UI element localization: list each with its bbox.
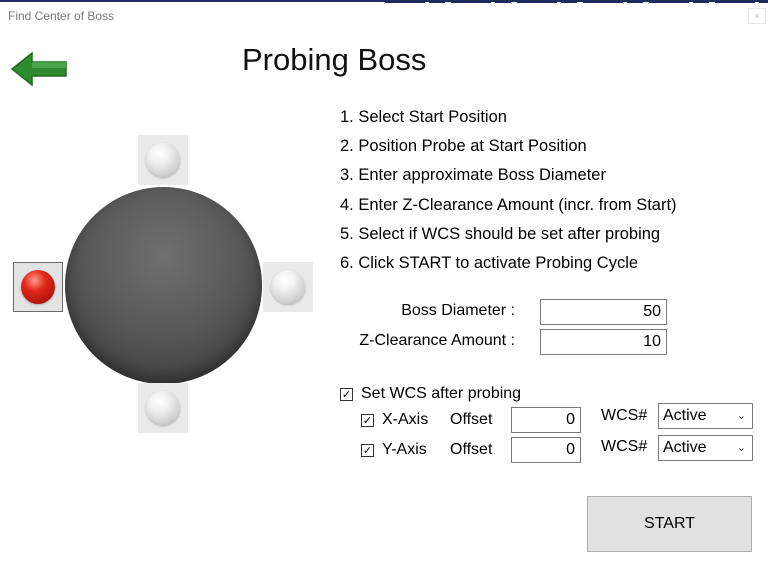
checkbox-check-icon: ✓ bbox=[361, 413, 374, 427]
boss-diameter-label: Boss Diameter : bbox=[401, 302, 515, 319]
x-wcs-select[interactable]: Active ⌄ bbox=[658, 403, 753, 429]
x-axis-label: X-Axis bbox=[382, 411, 429, 428]
position-ball-icon bbox=[271, 270, 305, 304]
instruction-step: 3. Enter approximate Boss Diameter bbox=[340, 166, 606, 185]
start-button[interactable]: START bbox=[587, 496, 752, 552]
title-bar: Find Center of Boss × bbox=[0, 0, 768, 30]
chevron-down-icon: ⌄ bbox=[736, 441, 746, 454]
instruction-step: 5. Select if WCS should be set after pro… bbox=[340, 224, 661, 243]
boss-diagram bbox=[0, 120, 330, 440]
window-title: Find Center of Boss bbox=[8, 9, 115, 23]
instruction-step: 1. Select Start Position bbox=[340, 108, 507, 126]
boss-graphic bbox=[65, 187, 262, 384]
y-offset-input[interactable] bbox=[511, 437, 581, 463]
position-ball-selected-icon bbox=[21, 270, 55, 304]
position-ball-icon bbox=[146, 391, 180, 425]
chevron-down-icon: ⌄ bbox=[736, 409, 746, 422]
x-offset-input[interactable] bbox=[511, 407, 581, 433]
instruction-step: 6. Click START to activate Probing Cycle bbox=[340, 253, 639, 272]
x-wcs-label: WCS# bbox=[601, 407, 648, 424]
checkbox-check-icon: ✓ bbox=[361, 443, 374, 457]
x-axis-checkbox[interactable]: ✓ X-Axis bbox=[361, 411, 428, 429]
back-button[interactable] bbox=[10, 50, 70, 88]
start-position-left-button[interactable] bbox=[13, 262, 63, 312]
y-wcs-select[interactable]: Active ⌄ bbox=[658, 435, 753, 461]
boss-diameter-input[interactable] bbox=[540, 299, 667, 325]
y-wcs-label: WCS# bbox=[601, 438, 648, 455]
page-title: Probing Boss bbox=[242, 42, 427, 77]
z-clearance-input[interactable] bbox=[540, 329, 667, 355]
checkbox-check-icon: ✓ bbox=[340, 387, 353, 401]
y-axis-checkbox[interactable]: ✓ Y-Axis bbox=[361, 441, 427, 459]
x-wcs-value: Active bbox=[663, 407, 707, 424]
close-icon[interactable]: × bbox=[748, 8, 766, 24]
back-arrow-icon bbox=[10, 51, 67, 87]
set-wcs-checkbox[interactable]: ✓ Set WCS after probing bbox=[340, 385, 521, 403]
start-position-bottom-button[interactable] bbox=[138, 383, 188, 433]
set-wcs-label: Set WCS after probing bbox=[361, 385, 522, 402]
y-offset-label: Offset bbox=[450, 441, 493, 458]
y-wcs-value: Active bbox=[663, 439, 707, 456]
instruction-step: 4. Enter Z-Clearance Amount (incr. from … bbox=[340, 195, 677, 214]
start-position-top-button[interactable] bbox=[138, 135, 188, 185]
position-ball-icon bbox=[146, 143, 180, 177]
start-position-right-button[interactable] bbox=[263, 262, 313, 312]
instruction-list: 1. Select Start Position 2. Position Pro… bbox=[340, 106, 677, 281]
z-clearance-label: Z-Clearance Amount : bbox=[359, 332, 515, 349]
title-bar-decoration bbox=[385, 0, 768, 3]
x-offset-label: Offset bbox=[450, 411, 493, 428]
instruction-step: 2. Position Probe at Start Position bbox=[340, 137, 587, 156]
y-axis-label: Y-Axis bbox=[382, 441, 427, 458]
